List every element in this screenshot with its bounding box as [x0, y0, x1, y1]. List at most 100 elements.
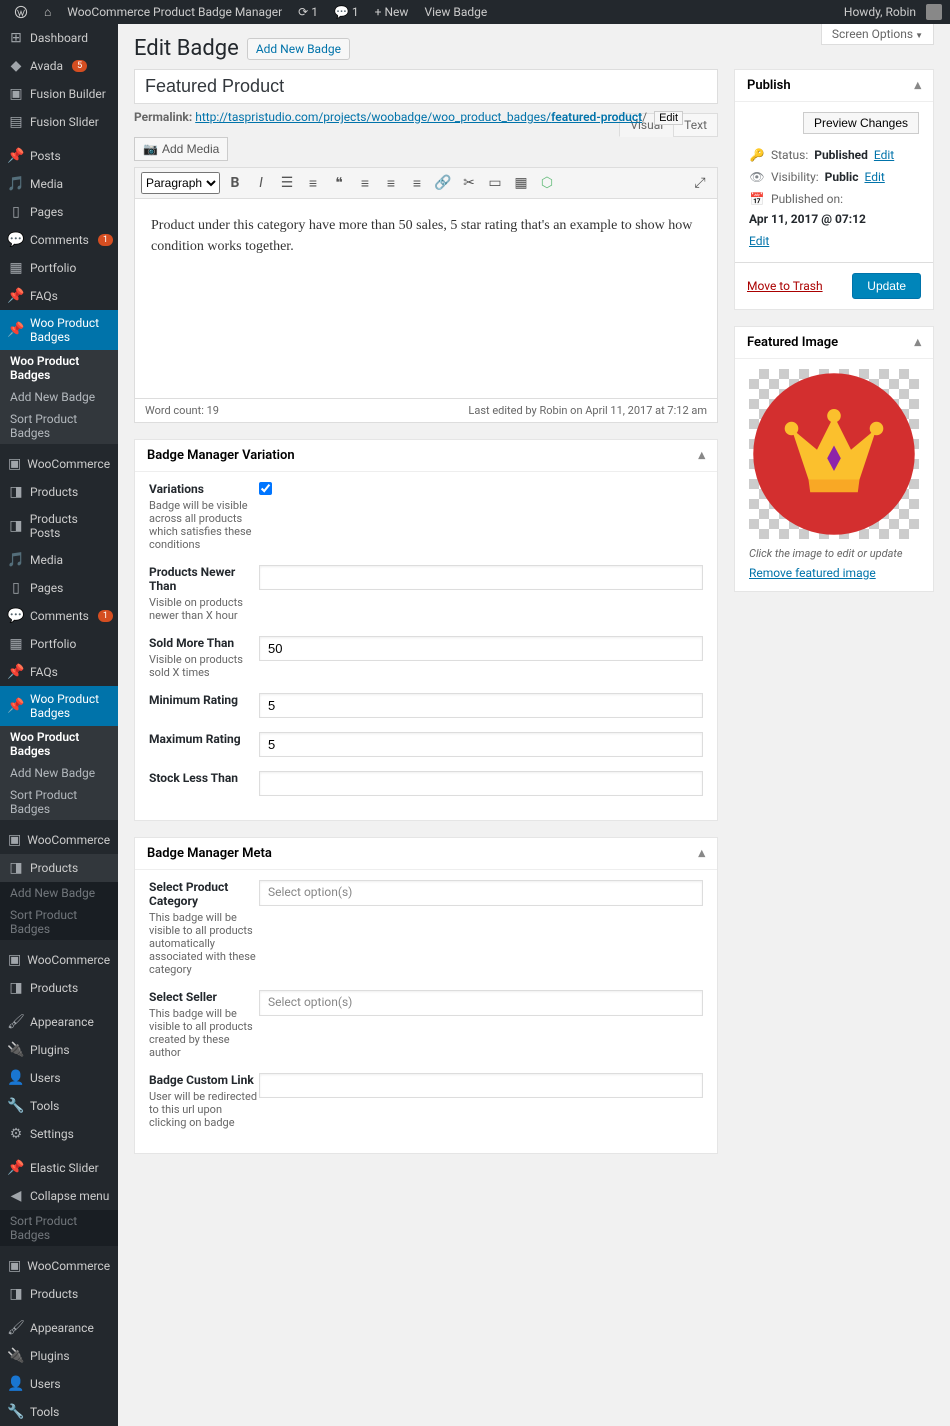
bullet-list-button[interactable]: ☰ [276, 172, 298, 194]
max-rating-input[interactable] [259, 732, 703, 757]
menu-portfolio[interactable]: ▦Portfolio [0, 254, 118, 282]
menu-woocommerce-2[interactable]: ▣WooCommerce [0, 826, 118, 854]
menu-fusion-builder[interactable]: ▣Fusion Builder [0, 80, 118, 108]
menu-faqs[interactable]: 📌FAQs [0, 282, 118, 310]
submenu-sort-badges-3[interactable]: Sort Product Badges [0, 904, 118, 940]
submenu-sort-badges-4[interactable]: Sort Product Badges [0, 1210, 118, 1246]
sold-input[interactable] [259, 636, 703, 661]
menu-tools-2[interactable]: 🔧Tools [0, 1398, 118, 1426]
refresh-item[interactable]: ⟳ 1 [292, 5, 324, 19]
italic-button[interactable]: I [250, 172, 272, 194]
menu-products-3[interactable]: ◨Products [0, 974, 118, 1002]
visibility-edit[interactable]: Edit [864, 170, 884, 184]
menu-woocommerce[interactable]: ▣WooCommerce [0, 450, 118, 478]
menu-pages[interactable]: ▯Pages [0, 198, 118, 226]
quote-button[interactable]: ❝ [328, 172, 350, 194]
menu-appearance-2[interactable]: 🖌Appearance [0, 1314, 118, 1342]
update-button[interactable]: Update [852, 273, 921, 299]
fusion-button[interactable]: ⬡ [536, 172, 558, 194]
menu-avada[interactable]: ◆Avada5 [0, 52, 118, 80]
stock-input[interactable] [259, 771, 703, 796]
menu-appearance[interactable]: 🖌Appearance [0, 1008, 118, 1036]
menu-users[interactable]: 👤Users [0, 1064, 118, 1092]
menu-products-posts[interactable]: ◨Products Posts [0, 506, 118, 546]
number-list-button[interactable]: ≡ [302, 172, 324, 194]
fullscreen-button[interactable]: ⤢ [689, 172, 711, 194]
menu-collapse[interactable]: ◀Collapse menu [0, 1182, 118, 1210]
submenu-add-badge-2[interactable]: Add New Badge [0, 762, 118, 784]
category-select[interactable]: Select option(s) [259, 880, 703, 906]
menu-dashboard[interactable]: ⊞Dashboard [0, 24, 118, 52]
submenu-add-badge-3[interactable]: Add New Badge [0, 882, 118, 904]
menu-products[interactable]: ◨Products [0, 478, 118, 506]
bold-button[interactable]: B [224, 172, 246, 194]
menu-woo-badges-2[interactable]: 📌Woo Product Badges [0, 686, 118, 726]
comments-item[interactable]: 💬 1 [328, 5, 365, 19]
add-media-button[interactable]: 📷Add Media [134, 137, 228, 161]
link-button[interactable]: 🔗 [432, 172, 454, 194]
post-title-input[interactable] [134, 69, 718, 104]
menu-comments[interactable]: 💬Comments1 [0, 226, 118, 254]
publish-date-edit[interactable]: Edit [749, 234, 769, 248]
submenu-sort-badges-2[interactable]: Sort Product Badges [0, 784, 118, 820]
status-edit[interactable]: Edit [874, 148, 894, 162]
variations-checkbox[interactable] [259, 482, 272, 495]
menu-elastic-slider[interactable]: 📌Elastic Slider [0, 1154, 118, 1182]
min-rating-input[interactable] [259, 693, 703, 718]
newer-input[interactable] [259, 565, 703, 590]
view-badge[interactable]: View Badge [418, 5, 493, 19]
add-new-button[interactable]: Add New Badge [247, 38, 350, 60]
custom-link-input[interactable] [259, 1073, 703, 1098]
permalink-edit-button[interactable]: Edit [654, 111, 683, 125]
featured-image-header[interactable]: Featured Image▴ [735, 327, 933, 359]
more-button[interactable]: ▭ [484, 172, 506, 194]
new-item[interactable]: + New [369, 5, 415, 19]
menu-portfolio-2[interactable]: ▦Portfolio [0, 630, 118, 658]
box-variation-header[interactable]: Badge Manager Variation▴ [135, 440, 717, 472]
menu-media-2[interactable]: 🎵Media [0, 546, 118, 574]
menu-woocommerce-4[interactable]: ▣WooCommerce [0, 1252, 118, 1280]
menu-pages-2[interactable]: ▯Pages [0, 574, 118, 602]
menu-users-2[interactable]: 👤Users [0, 1370, 118, 1398]
permalink-base[interactable]: http://taspristudio.com/projects/woobadg… [195, 110, 551, 124]
menu-media[interactable]: 🎵Media [0, 170, 118, 198]
box-meta-header[interactable]: Badge Manager Meta▴ [135, 838, 717, 870]
move-to-trash[interactable]: Move to Trash [747, 279, 823, 293]
site-name[interactable]: WooCommerce Product Badge Manager [61, 5, 288, 19]
menu-plugins[interactable]: 🔌Plugins [0, 1036, 118, 1064]
align-left-button[interactable]: ≡ [354, 172, 376, 194]
menu-woo-badges[interactable]: 📌Woo Product Badges [0, 310, 118, 350]
menu-fusion-slider[interactable]: ▤Fusion Slider [0, 108, 118, 136]
menu-comments-2[interactable]: 💬Comments1 [0, 602, 118, 630]
menu-tools[interactable]: 🔧Tools [0, 1092, 118, 1120]
screen-options-tab[interactable]: Screen Options [821, 24, 934, 45]
submenu-add-badge[interactable]: Add New Badge [0, 386, 118, 408]
remove-featured-image[interactable]: Remove featured image [749, 566, 876, 580]
submenu-all-badges-2[interactable]: Woo Product Badges [0, 726, 118, 762]
featured-image-thumb[interactable] [749, 369, 919, 539]
format-select[interactable]: Paragraph [141, 172, 220, 194]
menu-faqs-2[interactable]: 📌FAQs [0, 658, 118, 686]
user-avatar[interactable] [926, 4, 942, 20]
wp-logo[interactable] [8, 5, 34, 19]
toolbar-toggle-button[interactable]: ▦ [510, 172, 532, 194]
menu-woocommerce-3[interactable]: ▣WooCommerce [0, 946, 118, 974]
align-right-button[interactable]: ≡ [406, 172, 428, 194]
howdy[interactable]: Howdy, Robin [838, 5, 922, 19]
seller-select[interactable]: Select option(s) [259, 990, 703, 1016]
publish-header[interactable]: Publish▴ [735, 70, 933, 102]
editor-body[interactable]: Product under this category have more th… [134, 199, 718, 399]
site-home-icon[interactable]: ⌂ [38, 5, 57, 19]
permalink-slug[interactable]: featured-product [551, 110, 642, 124]
unlink-button[interactable]: ✂ [458, 172, 480, 194]
submenu-sort-badges[interactable]: Sort Product Badges [0, 408, 118, 444]
menu-settings[interactable]: ⚙Settings [0, 1120, 118, 1148]
preview-button[interactable]: Preview Changes [803, 112, 919, 134]
menu-products-4[interactable]: ◨Products [0, 1280, 118, 1308]
menu-posts[interactable]: 📌Posts [0, 142, 118, 170]
menu-products-2[interactable]: ◨Products [0, 854, 118, 882]
pin-icon: 📌 [8, 322, 24, 338]
submenu-all-badges[interactable]: Woo Product Badges [0, 350, 118, 386]
menu-plugins-2[interactable]: 🔌Plugins [0, 1342, 118, 1370]
align-center-button[interactable]: ≡ [380, 172, 402, 194]
